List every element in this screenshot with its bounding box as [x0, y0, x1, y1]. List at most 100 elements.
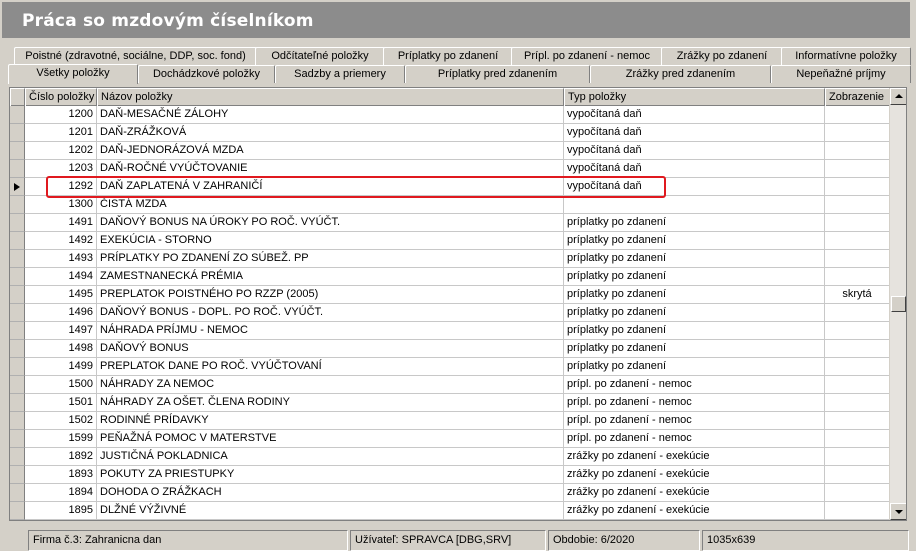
cell-nazov[interactable]: NÁHRADA PRÍJMU - NEMOC [97, 322, 564, 340]
cell-cislo[interactable]: 1495 [25, 286, 97, 304]
cell-zobrazenie[interactable] [825, 430, 890, 448]
cell-typ[interactable]: zrážky po zdanení - exekúcie [564, 466, 825, 484]
cell-zobrazenie[interactable] [825, 376, 890, 394]
vertical-scrollbar[interactable] [889, 88, 906, 520]
cell-zobrazenie[interactable] [825, 106, 890, 124]
table-row[interactable]: 1493 PRÍPLATKY PO ZDANENÍ ZO SÚBEŽ. PP prí… [10, 250, 890, 268]
tab-pripl-po-zdaneni-nemoc[interactable]: Prípl. po zdanení - nemoc [511, 47, 663, 65]
scroll-down-button[interactable] [890, 503, 906, 520]
cell-cislo[interactable]: 1496 [25, 304, 97, 322]
cell-zobrazenie[interactable] [825, 466, 890, 484]
cell-nazov[interactable]: PEŇAŽNÁ POMOC V MATERSTVE [97, 430, 564, 448]
cell-zobrazenie[interactable] [825, 160, 890, 178]
cell-zobrazenie[interactable] [825, 268, 890, 286]
table-row[interactable]: 1500 NÁHRADY ZA NEMOC prípl. po zdanení - … [10, 376, 890, 394]
cell-cislo[interactable]: 1300 [25, 196, 97, 214]
cell-zobrazenie[interactable]: skrytá [825, 286, 890, 304]
table-row[interactable]: 1292 DAŇ ZAPLATENÁ V ZAHRANIČÍ vypočítaná … [10, 178, 890, 196]
header-cislo-polozky[interactable]: Číslo položky [25, 88, 97, 106]
cell-nazov[interactable]: PREPLATOK DANE PO ROČ. VYÚČTOVANÍ [97, 358, 564, 376]
cell-typ[interactable]: vypočítaná daň [564, 142, 825, 160]
table-row[interactable]: 1497 NÁHRADA PRÍJMU - NEMOC príplatky po z… [10, 322, 890, 340]
table-row[interactable]: 1494 ZAMESTNANECKÁ PRÉMIA príplatky po zda… [10, 268, 890, 286]
cell-cislo[interactable]: 1895 [25, 502, 97, 520]
table-row[interactable]: 1495 PREPLATOK POISTNÉHO PO RZZP (2005) pr… [10, 286, 890, 304]
header-zobrazenie[interactable]: Zobrazenie [825, 88, 890, 106]
cell-zobrazenie[interactable] [825, 124, 890, 142]
cell-typ[interactable]: príplatky po zdanení [564, 286, 825, 304]
cell-nazov[interactable]: PRÍPLATKY PO ZDANENÍ ZO SÚBEŽ. PP [97, 250, 564, 268]
tab-sadzby-a-priemery[interactable]: Sadzby a priemery [275, 65, 405, 83]
cell-cislo[interactable]: 1493 [25, 250, 97, 268]
cell-nazov[interactable]: DAŇ-MESAČNÉ ZÁLOHY [97, 106, 564, 124]
tab-nepenazne-prijmy[interactable]: Nepeňažné príjmy [771, 65, 911, 83]
tab-informativne-polozky[interactable]: Informatívne položky [781, 47, 911, 65]
table-row[interactable]: 1200 DAŇ-MESAČNÉ ZÁLOHY vypočítaná daň [10, 106, 890, 124]
table-row[interactable]: 1599 PEŇAŽNÁ POMOC V MATERSTVE prípl. po z… [10, 430, 890, 448]
tab-dochadzkove-polozky[interactable]: Dochádzkové položky [138, 65, 275, 83]
cell-nazov[interactable]: NÁHRADY ZA OŠET. ČLENA RODINY [97, 394, 564, 412]
cell-typ[interactable] [564, 196, 825, 214]
cell-cislo[interactable]: 1292 [25, 178, 97, 196]
cell-zobrazenie[interactable] [825, 142, 890, 160]
cell-nazov[interactable]: JUSTIČNÁ POKLADNICA [97, 448, 564, 466]
tab-poistne[interactable]: Poistné (zdravotné, sociálne, DDP, soc. … [14, 47, 257, 65]
cell-nazov[interactable]: DAŇ-ROČNÉ VYÚČTOVANIE [97, 160, 564, 178]
table-row[interactable]: 1893 POKUTY ZA PRIESTUPKY zrážky po zdanen… [10, 466, 890, 484]
cell-zobrazenie[interactable] [825, 214, 890, 232]
table-row[interactable]: 1498 DAŇOVÝ BONUS príplatky po zdanení [10, 340, 890, 358]
cell-nazov[interactable]: DOHODA O ZRÁŽKACH [97, 484, 564, 502]
cell-nazov[interactable]: DAŇ-ZRÁŽKOVÁ [97, 124, 564, 142]
cell-cislo[interactable]: 1201 [25, 124, 97, 142]
cell-nazov[interactable]: ČISTÁ MZDA [97, 196, 564, 214]
cell-typ[interactable]: zrážky po zdanení - exekúcie [564, 502, 825, 520]
table-row[interactable]: 1892 JUSTIČNÁ POKLADNICA zrážky po zdanení… [10, 448, 890, 466]
cell-typ[interactable]: zrážky po zdanení - exekúcie [564, 448, 825, 466]
cell-typ[interactable]: príplatky po zdanení [564, 358, 825, 376]
scroll-up-button[interactable] [890, 88, 906, 105]
cell-cislo[interactable]: 1492 [25, 232, 97, 250]
header-typ-polozky[interactable]: Typ položky [564, 88, 825, 106]
cell-typ[interactable]: vypočítaná daň [564, 106, 825, 124]
table-row[interactable]: 1203 DAŇ-ROČNÉ VYÚČTOVANIE vypočítaná daň [10, 160, 890, 178]
cell-cislo[interactable]: 1894 [25, 484, 97, 502]
cell-typ[interactable]: vypočítaná daň [564, 178, 825, 196]
table-row[interactable]: 1491 DAŇOVÝ BONUS NA ÚROKY PO ROČ. VYÚČT.… [10, 214, 890, 232]
cell-nazov[interactable]: EXEKÚCIA - STORNO [97, 232, 564, 250]
table-row[interactable]: 1499 PREPLATOK DANE PO ROČ. VYÚČTOVANÍ prí… [10, 358, 890, 376]
header-nazov-polozky[interactable]: Názov položky [97, 88, 564, 106]
cell-cislo[interactable]: 1202 [25, 142, 97, 160]
cell-cislo[interactable]: 1203 [25, 160, 97, 178]
cell-typ[interactable]: príplatky po zdanení [564, 268, 825, 286]
cell-cislo[interactable]: 1497 [25, 322, 97, 340]
cell-zobrazenie[interactable] [825, 196, 890, 214]
table-row[interactable]: 1894 DOHODA O ZRÁŽKACH zrážky po zdanení -… [10, 484, 890, 502]
cell-cislo[interactable]: 1491 [25, 214, 97, 232]
cell-nazov[interactable]: DAŇOVÝ BONUS NA ÚROKY PO ROČ. VYÚČT. [97, 214, 564, 232]
tab-priplatky-pred-zdanenim[interactable]: Príplatky pred zdanením [405, 65, 590, 83]
cell-zobrazenie[interactable] [825, 484, 890, 502]
table-row[interactable]: 1502 RODINNÉ PRÍDAVKY prípl. po zdanení - … [10, 412, 890, 430]
table-row[interactable]: 1300 ČISTÁ MZDA [10, 196, 890, 214]
cell-typ[interactable]: príplatky po zdanení [564, 340, 825, 358]
cell-zobrazenie[interactable] [825, 232, 890, 250]
cell-typ[interactable]: zrážky po zdanení - exekúcie [564, 484, 825, 502]
cell-cislo[interactable]: 1494 [25, 268, 97, 286]
table-row[interactable]: 1895 DLŽNÉ VÝŽIVNÉ zrážky po zdanení - exe… [10, 502, 890, 520]
cell-cislo[interactable]: 1200 [25, 106, 97, 124]
scroll-thumb[interactable] [891, 296, 906, 312]
cell-cislo[interactable]: 1500 [25, 376, 97, 394]
table-row[interactable]: 1492 EXEKÚCIA - STORNO príplatky po zdanen… [10, 232, 890, 250]
cell-cislo[interactable]: 1892 [25, 448, 97, 466]
cell-zobrazenie[interactable] [825, 448, 890, 466]
cell-typ[interactable]: vypočítaná daň [564, 160, 825, 178]
cell-typ[interactable]: príplatky po zdanení [564, 304, 825, 322]
table-row[interactable]: 1202 DAŇ-JEDNORÁZOVÁ MZDA vypočítaná daň [10, 142, 890, 160]
cell-typ[interactable]: prípl. po zdanení - nemoc [564, 394, 825, 412]
cell-typ[interactable]: príplatky po zdanení [564, 250, 825, 268]
cell-zobrazenie[interactable] [825, 322, 890, 340]
cell-nazov[interactable]: NÁHRADY ZA NEMOC [97, 376, 564, 394]
cell-zobrazenie[interactable] [825, 178, 890, 196]
tab-priplatky-po-zdaneni[interactable]: Príplatky po zdanení [383, 47, 513, 65]
cell-cislo[interactable]: 1498 [25, 340, 97, 358]
